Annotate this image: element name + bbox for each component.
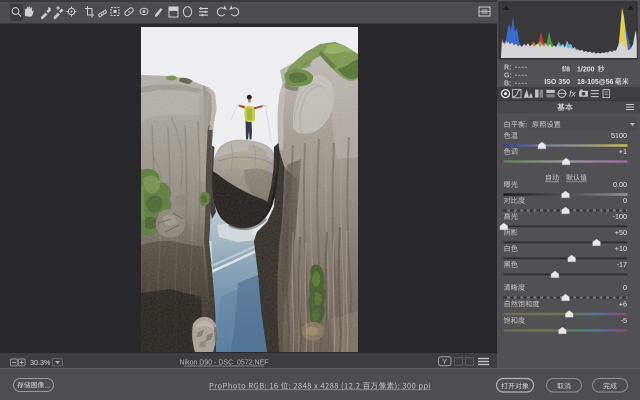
svg-text:30.3%: 30.3% bbox=[30, 358, 51, 367]
svg-text:f/8: f/8 bbox=[562, 67, 570, 74]
svg-text:ISO 350: ISO 350 bbox=[544, 79, 570, 86]
svg-text:0.00: 0.00 bbox=[613, 180, 627, 189]
svg-text:G:: G: bbox=[504, 73, 512, 80]
svg-text:+50: +50 bbox=[615, 228, 627, 237]
svg-text:Y: Y bbox=[442, 359, 447, 366]
svg-text:5100: 5100 bbox=[611, 131, 627, 140]
svg-text:+10: +10 bbox=[615, 244, 627, 253]
svg-text:+1: +1 bbox=[619, 147, 627, 156]
svg-text:-5: -5 bbox=[621, 316, 627, 325]
svg-text:fx: fx bbox=[569, 89, 576, 99]
svg-text:+6: +6 bbox=[619, 300, 627, 309]
svg-text:B:: B: bbox=[504, 81, 511, 88]
svg-text:0: 0 bbox=[623, 283, 627, 292]
svg-text:R:: R: bbox=[504, 65, 511, 72]
svg-text:0: 0 bbox=[623, 196, 627, 205]
svg-text:-17: -17 bbox=[617, 260, 627, 269]
svg-text:18-105@56: 18-105@56 bbox=[577, 79, 614, 86]
svg-text:-100: -100 bbox=[613, 212, 627, 221]
svg-text:Nikon D90 - DSC_0572.NEF: Nikon D90 - DSC_0572.NEF bbox=[179, 360, 268, 367]
svg-text:1/200: 1/200 bbox=[577, 67, 595, 74]
